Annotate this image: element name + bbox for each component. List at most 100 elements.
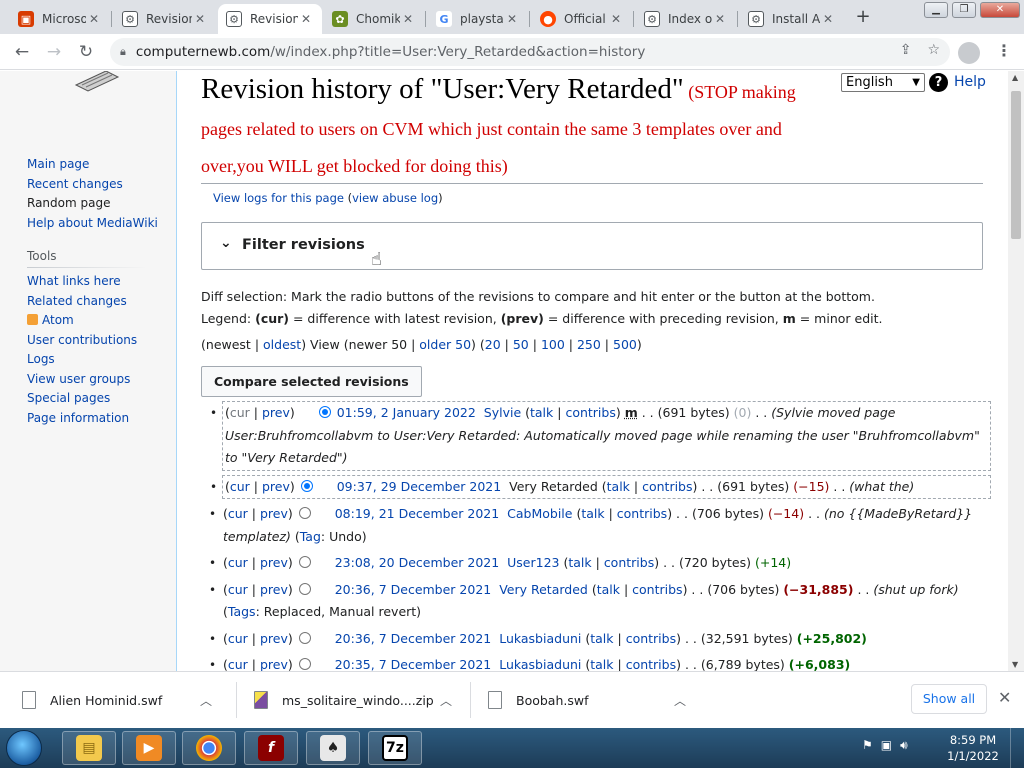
close-tab-icon[interactable]: ✕ <box>400 12 416 26</box>
diff-radio[interactable] <box>298 556 311 568</box>
browser-tab-2[interactable]: ⚙ Revision ✕ <box>114 4 216 34</box>
sidebar-item-special-pages[interactable]: Special pages <box>27 389 137 409</box>
browser-tab-5[interactable]: G playsta ✕ <box>428 4 528 34</box>
browser-tab-8[interactable]: ⚙ Install A ✕ <box>740 4 844 34</box>
sidebar-item-atom[interactable]: Atom <box>27 311 137 331</box>
minimize-button[interactable]: ▁ <box>924 2 948 18</box>
talk-link[interactable]: talk <box>530 405 553 420</box>
back-button[interactable]: ← <box>10 40 34 64</box>
profile-avatar[interactable] <box>958 42 980 64</box>
browser-tab-active[interactable]: ⚙ Revision ✕ <box>218 4 322 34</box>
talk-link[interactable]: talk <box>568 555 591 570</box>
close-tab-icon[interactable]: ✕ <box>820 12 836 26</box>
sidebar-item-main-page[interactable]: Main page <box>27 155 158 175</box>
pager-older-link[interactable]: older 50 <box>419 337 471 352</box>
sidebar-item-logs[interactable]: Logs <box>27 350 137 370</box>
diff-radio[interactable] <box>298 658 311 670</box>
diff-radio[interactable] <box>298 507 311 519</box>
tags-link[interactable]: Tags <box>228 604 256 619</box>
user-link[interactable]: Lukasbiaduni <box>499 631 581 646</box>
download-item[interactable]: ms_solitaire_windo....zip ︿ <box>254 680 456 720</box>
sidebar-item-what-links-here[interactable]: What links here <box>27 272 137 292</box>
sidebar-item-recent-changes[interactable]: Recent changes <box>27 175 158 195</box>
chevron-up-icon[interactable]: ︿ <box>674 692 686 709</box>
share-icon[interactable]: ⇪ <box>900 42 912 58</box>
chevron-up-icon[interactable]: ︿ <box>440 692 452 709</box>
sidebar-item-user-contributions[interactable]: User contributions <box>27 331 137 351</box>
contribs-link[interactable]: contribs <box>604 555 654 570</box>
prev-link[interactable]: prev <box>262 479 290 494</box>
limit-500-link[interactable]: 500 <box>613 337 637 352</box>
cur-link[interactable]: cur <box>228 555 248 570</box>
talk-link[interactable]: talk <box>581 506 604 521</box>
forward-button[interactable]: → <box>42 40 66 64</box>
scroll-up-icon[interactable]: ▲ <box>1012 73 1018 82</box>
close-icon[interactable]: ✕ <box>998 688 1011 707</box>
filter-revisions-panel[interactable]: ⌄ Filter revisions <box>201 222 983 270</box>
close-tab-icon[interactable]: ✕ <box>504 12 520 26</box>
user-link[interactable]: CabMobile <box>507 506 572 521</box>
diff-radio[interactable] <box>298 631 311 644</box>
browser-tab-7[interactable]: ⚙ Index o ✕ <box>636 4 736 34</box>
taskbar-solitaire[interactable]: ♠ <box>306 731 360 765</box>
cur-link[interactable]: cur <box>228 506 248 521</box>
close-tab-icon[interactable]: ✕ <box>608 12 624 26</box>
talk-link[interactable]: talk <box>607 479 630 494</box>
volume-icon[interactable]: 🔊︎ <box>900 738 908 753</box>
revision-date-link[interactable]: 20:35, 7 December 2021 <box>335 657 492 671</box>
user-link[interactable]: Sylvie <box>484 405 521 420</box>
limit-50-link[interactable]: 50 <box>513 337 529 352</box>
talk-link[interactable]: talk <box>590 657 613 671</box>
action-center-icon[interactable]: ⚑ <box>862 738 873 753</box>
revision-date-link[interactable]: 20:36, 7 December 2021 <box>335 631 492 646</box>
cur-link[interactable]: cur <box>228 582 248 597</box>
abuse-log-link[interactable]: view abuse log <box>352 191 438 205</box>
revision-date-link[interactable]: 23:08, 20 December 2021 <box>335 555 499 570</box>
user-link[interactable]: Very Retarded <box>499 582 588 597</box>
sidebar-item-view-user-groups[interactable]: View user groups <box>27 370 137 390</box>
sidebar-item-page-information[interactable]: Page information <box>27 409 137 429</box>
help-link[interactable]: Help <box>954 74 986 90</box>
taskbar-flash[interactable]: f <box>244 731 298 765</box>
contribs-link[interactable]: contribs <box>626 631 676 646</box>
help-icon[interactable]: ? <box>929 73 948 92</box>
close-tab-icon[interactable]: ✕ <box>192 12 208 26</box>
tag-link[interactable]: Tag <box>300 529 321 544</box>
vertical-scrollbar[interactable]: ▲ ▼ <box>1008 71 1024 671</box>
limit-20-link[interactable]: 20 <box>485 337 501 352</box>
close-tab-icon[interactable]: ✕ <box>712 12 728 26</box>
system-clock[interactable]: 8:59 PM 1/1/2022 <box>942 732 1004 764</box>
new-tab-button[interactable]: + <box>852 7 874 29</box>
close-window-button[interactable]: ✕ <box>980 2 1020 18</box>
download-item[interactable]: Alien Hominid.swf ︿ <box>22 680 222 720</box>
contribs-link[interactable]: contribs <box>617 506 667 521</box>
maximize-button[interactable]: ❐ <box>952 2 976 18</box>
revision-date-link[interactable]: 09:37, 29 December 2021 <box>337 479 501 494</box>
prev-link[interactable]: prev <box>260 506 288 521</box>
start-button[interactable] <box>6 730 42 766</box>
contribs-link[interactable]: contribs <box>565 405 615 420</box>
browser-tab-4[interactable]: ✿ Chomik ✕ <box>324 4 424 34</box>
download-item[interactable]: Boobah.swf ︿ <box>488 680 688 720</box>
contribs-link[interactable]: contribs <box>632 582 682 597</box>
prev-link[interactable]: prev <box>260 631 288 646</box>
prev-link[interactable]: prev <box>260 555 288 570</box>
diff-radio-new[interactable] <box>300 479 313 492</box>
scrollbar-thumb[interactable] <box>1011 91 1021 239</box>
contribs-link[interactable]: contribs <box>626 657 676 671</box>
limit-250-link[interactable]: 250 <box>577 337 601 352</box>
lock-icon[interactable]: 🔒︎ <box>120 45 126 59</box>
limit-100-link[interactable]: 100 <box>541 337 565 352</box>
address-bar[interactable]: 🔒︎ computernewb.com/w/index.php?title=Us… <box>110 38 950 66</box>
revision-date-link[interactable]: 08:19, 21 December 2021 <box>335 506 499 521</box>
contribs-link[interactable]: contribs <box>642 479 692 494</box>
cur-link[interactable]: cur <box>228 631 248 646</box>
close-tab-icon[interactable]: ✕ <box>86 12 102 26</box>
sidebar-item-help[interactable]: Help about MediaWiki <box>27 214 158 234</box>
talk-link[interactable]: talk <box>590 631 613 646</box>
close-tab-icon[interactable]: ✕ <box>298 12 314 26</box>
taskbar-explorer[interactable]: ▤ <box>62 731 116 765</box>
keyboard-logo-icon[interactable] <box>72 71 120 93</box>
taskbar-media-player[interactable]: ▶ <box>122 731 176 765</box>
sidebar-item-random-page[interactable]: Random page <box>27 194 158 214</box>
